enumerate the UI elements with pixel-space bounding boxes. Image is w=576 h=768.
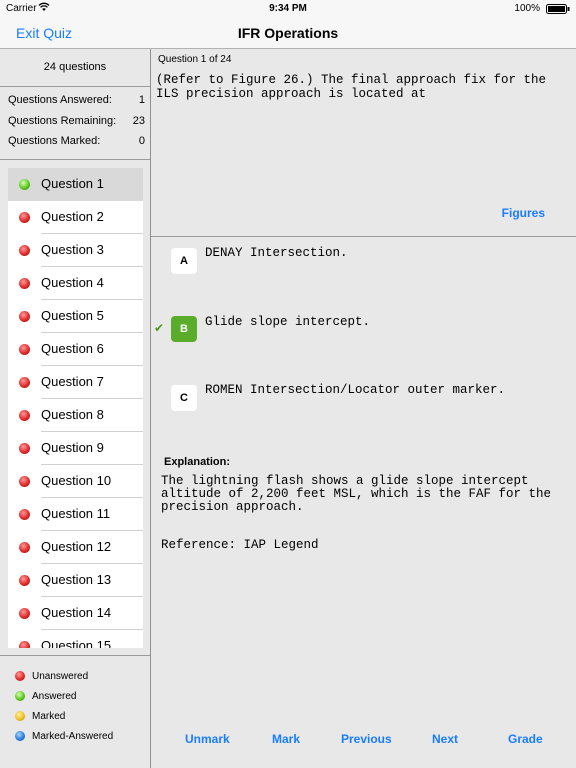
grade-button[interactable]: Grade — [508, 732, 543, 746]
question-label: Question 14 — [41, 605, 112, 620]
explanation-title: Explanation: — [164, 456, 231, 468]
status-red-icon — [19, 509, 30, 520]
status-red-icon — [19, 641, 30, 648]
legend-label: Marked-Answered — [32, 731, 114, 742]
stat-label: Questions Remaining: — [8, 115, 117, 127]
question-label: Question 4 — [41, 275, 104, 290]
status-red-icon — [19, 443, 30, 454]
answer-b-button[interactable]: B — [171, 316, 197, 342]
legend-divider — [0, 655, 150, 656]
question-number: Question 1 of 24 — [158, 54, 232, 65]
question-list-item[interactable]: Question 5 — [8, 300, 143, 333]
answer-c-text[interactable]: ROMEN Intersection/Locator outer marker. — [205, 383, 505, 397]
legend-label: Marked — [32, 711, 66, 722]
stat-label: Questions Marked: — [8, 135, 101, 147]
question-label: Question 1 — [41, 176, 104, 191]
stat-marked: Questions Marked: 0 — [8, 131, 145, 151]
stat-value: 23 — [132, 115, 145, 127]
stat-label: Questions Answered: — [8, 94, 112, 106]
answer-pane: A DENAY Intersection. ✔ B Glide slope in… — [151, 237, 576, 768]
question-list-item[interactable]: Question 13 — [8, 564, 143, 597]
question-list-item[interactable]: Question 8 — [8, 399, 143, 432]
status-red-icon — [19, 377, 30, 388]
stat-value: 0 — [138, 135, 145, 147]
question-pane: Question 1 of 24 (Refer to Figure 26.) T… — [151, 49, 576, 237]
answer-c-button[interactable]: C — [171, 385, 197, 411]
sidebar: 24 questions Questions Answered: 1 Quest… — [0, 49, 151, 768]
page-title: IFR Operations — [237, 25, 339, 41]
question-list-item[interactable]: Question 7 — [8, 366, 143, 399]
explanation-reference: Reference: IAP Legend — [161, 538, 319, 552]
status-blue-icon — [15, 731, 25, 741]
question-count: 24 questions — [0, 49, 150, 87]
question-label: Question 5 — [41, 308, 104, 323]
question-text: (Refer to Figure 26.) The final approach… — [156, 73, 547, 101]
question-list-item[interactable]: Question 14 — [8, 597, 143, 630]
question-label: Question 15 — [41, 638, 112, 648]
question-list-item[interactable]: Question 4 — [8, 267, 143, 300]
question-label: Question 3 — [41, 242, 104, 257]
question-label: Question 7 — [41, 374, 104, 389]
question-list-item[interactable]: Question 3 — [8, 234, 143, 267]
status-green-icon — [15, 691, 25, 701]
battery-icon — [546, 4, 570, 14]
question-label: Question 10 — [41, 473, 112, 488]
question-label: Question 11 — [41, 506, 111, 521]
question-label: Question 9 — [41, 440, 104, 455]
checkmark-icon: ✔ — [154, 321, 165, 335]
unmark-button[interactable]: Unmark — [185, 732, 230, 746]
question-list-item[interactable]: Question 6 — [8, 333, 143, 366]
status-red-icon — [19, 212, 30, 223]
status-red-icon — [19, 245, 30, 256]
question-list-item[interactable]: Question 9 — [8, 432, 143, 465]
status-red-icon — [15, 671, 25, 681]
status-red-icon — [19, 311, 30, 322]
stat-remaining: Questions Remaining: 23 — [8, 111, 145, 131]
status-red-icon — [19, 575, 30, 586]
question-list-item[interactable]: Question 11 — [8, 498, 143, 531]
question-list-item[interactable]: Question 1 — [8, 168, 143, 201]
question-label: Question 13 — [41, 572, 112, 587]
status-red-icon — [19, 542, 30, 553]
legend-label: Unanswered — [32, 671, 89, 682]
question-label: Question 8 — [41, 407, 104, 422]
status-red-icon — [19, 278, 30, 289]
navigation-bar: Exit Quiz IFR Operations — [0, 18, 576, 49]
status-yellow-icon — [15, 711, 25, 721]
status-red-icon — [19, 344, 30, 355]
question-list-item[interactable]: Question 15 — [8, 630, 143, 648]
explanation-text: The lightning flash shows a glide slope … — [161, 474, 552, 514]
battery-percent: 100% — [514, 3, 540, 14]
status-red-icon — [19, 410, 30, 421]
answer-a-button[interactable]: A — [171, 248, 197, 274]
status-red-icon — [19, 476, 30, 487]
legend-label: Answered — [32, 691, 77, 702]
answer-b-text[interactable]: Glide slope intercept. — [205, 315, 370, 329]
status-green-icon — [19, 179, 30, 190]
question-label: Question 6 — [41, 341, 104, 356]
next-button[interactable]: Next — [432, 732, 458, 746]
previous-button[interactable]: Previous — [341, 732, 392, 746]
stat-answered: Questions Answered: 1 — [8, 90, 145, 110]
mark-button[interactable]: Mark — [272, 732, 300, 746]
question-list-item[interactable]: Question 2 — [8, 201, 143, 234]
question-label: Question 2 — [41, 209, 104, 224]
question-list-item[interactable]: Question 12 — [8, 531, 143, 564]
answer-a-text[interactable]: DENAY Intersection. — [205, 246, 348, 260]
question-label: Question 12 — [41, 539, 112, 554]
question-list-item[interactable]: Question 10 — [8, 465, 143, 498]
status-bar: Carrier 9:34 PM 100% — [0, 0, 576, 18]
status-red-icon — [19, 608, 30, 619]
quiz-stats: Questions Answered: 1 Questions Remainin… — [0, 87, 150, 160]
stat-value: 1 — [138, 94, 145, 106]
question-list[interactable]: Question 1 Question 2 Question 3 Questio… — [8, 168, 143, 648]
clock: 9:34 PM — [269, 3, 307, 14]
figures-button[interactable]: Figures — [502, 206, 545, 220]
